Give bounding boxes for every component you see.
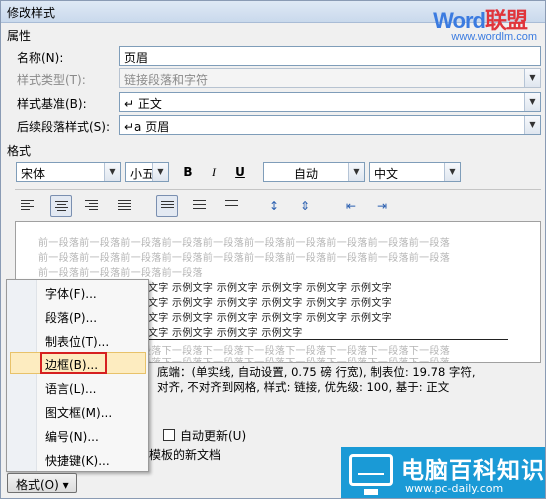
name-field[interactable]: 页眉: [119, 46, 541, 66]
name-label: 名称(N):: [17, 51, 64, 65]
justify-icon: [117, 200, 131, 210]
align-right-icon: [84, 200, 98, 210]
align-right-button[interactable]: [80, 195, 102, 217]
italic-button[interactable]: I: [203, 161, 225, 183]
logo-url: www.pc-daily.com: [405, 482, 504, 495]
menu-item-language[interactable]: 语言(L)...: [45, 380, 97, 397]
double-spacing-icon: [224, 200, 238, 206]
font-select[interactable]: 宋体 ▼: [16, 162, 121, 182]
one-half-spacing-icon: [192, 200, 206, 209]
based-on-label: 样式基准(B):: [17, 97, 87, 111]
font-size-select[interactable]: 小五 ▼: [125, 162, 169, 182]
align-left-button[interactable]: [16, 195, 38, 217]
toolbar-divider: [15, 189, 541, 190]
style-type-label: 样式类型(T):: [17, 73, 86, 87]
line-spacing-decrease-button[interactable]: ⇕: [294, 195, 316, 217]
increase-indent-icon: ⇥: [376, 199, 388, 213]
double-spacing-button[interactable]: [220, 195, 242, 217]
increase-indent-button[interactable]: ⇥: [371, 195, 393, 217]
pc-daily-logo: 电脑百科知识 www.pc-daily.com: [341, 447, 545, 498]
single-spacing-icon: [160, 201, 174, 208]
auto-update-checkbox[interactable]: [163, 429, 175, 441]
chevron-down-icon: ▼: [348, 163, 364, 181]
line-spacing-increase-icon: ↕: [268, 199, 280, 213]
prev-paragraph-line: 前一段落前一段落前一段落前一段落前一段落前一段落前一段落前一段落前一段落前一段落: [38, 238, 450, 249]
decrease-indent-button[interactable]: ⇤: [340, 195, 362, 217]
one-half-spacing-button[interactable]: [188, 195, 210, 217]
menu-item-numbering[interactable]: 编号(N)...: [45, 428, 99, 445]
format-button[interactable]: 格式(O) ▾: [7, 473, 77, 493]
style-type-select[interactable]: 链接段落和字符 ▼: [119, 68, 541, 88]
align-left-icon: [20, 200, 34, 210]
menu-item-paragraph[interactable]: 段落(P)...: [45, 309, 97, 326]
logo-name: 电脑百科知识: [401, 458, 545, 484]
single-spacing-button[interactable]: [156, 195, 178, 217]
border-highlight-box: [40, 352, 107, 374]
new-documents-option-label: 模板的新文档: [149, 448, 222, 462]
watermark-url: www.wordlm.com: [451, 31, 537, 43]
chevron-down-icon: ▼: [104, 163, 120, 181]
auto-update-label: 自动更新(U): [180, 429, 247, 443]
menu-gutter: [7, 280, 37, 471]
align-center-button[interactable]: [50, 195, 72, 217]
decrease-indent-icon: ⇤: [345, 199, 357, 213]
underline-button[interactable]: U: [229, 161, 251, 183]
title-bar: 修改样式 Word联盟: [1, 1, 545, 33]
line-spacing-increase-button[interactable]: ↕: [263, 195, 285, 217]
align-center-icon: [54, 201, 68, 211]
chevron-down-icon: ▼: [152, 163, 168, 181]
chevron-down-icon: ▼: [524, 116, 540, 134]
language-select[interactable]: 中文 ▼: [369, 162, 461, 182]
properties-heading: 属性: [7, 29, 32, 43]
monitor-icon: [349, 454, 393, 495]
justify-button[interactable]: [113, 195, 135, 217]
chevron-down-icon: ▼: [524, 93, 540, 111]
menu-item-font[interactable]: 字体(F)...: [45, 285, 97, 302]
line-spacing-decrease-icon: ⇕: [299, 199, 311, 213]
prev-paragraph-line: 前一段落前一段落前一段落前一段落: [38, 268, 203, 279]
chevron-down-icon: ▼: [524, 69, 540, 87]
next-style-select[interactable]: ↵a 页眉 ▼: [119, 115, 541, 135]
bold-button[interactable]: B: [177, 161, 199, 183]
menu-item-frame[interactable]: 图文框(M)...: [45, 404, 112, 421]
modify-style-dialog: 修改样式 Word联盟 www.wordlm.com 属性 名称(N): 页眉 …: [0, 0, 546, 499]
format-heading: 格式: [7, 144, 32, 158]
based-on-select[interactable]: ↵ 正文 ▼: [119, 92, 541, 112]
window-title: 修改样式: [7, 6, 56, 20]
menu-item-shortcut[interactable]: 快捷键(K)...: [45, 452, 110, 469]
prev-paragraph-line: 前一段落前一段落前一段落前一段落前一段落前一段落前一段落前一段落前一段落前一段落: [38, 253, 450, 264]
chevron-down-icon: ▼: [444, 163, 460, 181]
pulse-icon: [358, 467, 384, 475]
menu-item-tabs[interactable]: 制表位(T)...: [45, 333, 109, 350]
next-style-label: 后续段落样式(S):: [17, 120, 111, 134]
font-color-select[interactable]: 自动 ▼: [263, 162, 365, 182]
format-menu: 字体(F)... 段落(P)... 制表位(T)... 边框(B)... 语言(…: [6, 279, 149, 472]
